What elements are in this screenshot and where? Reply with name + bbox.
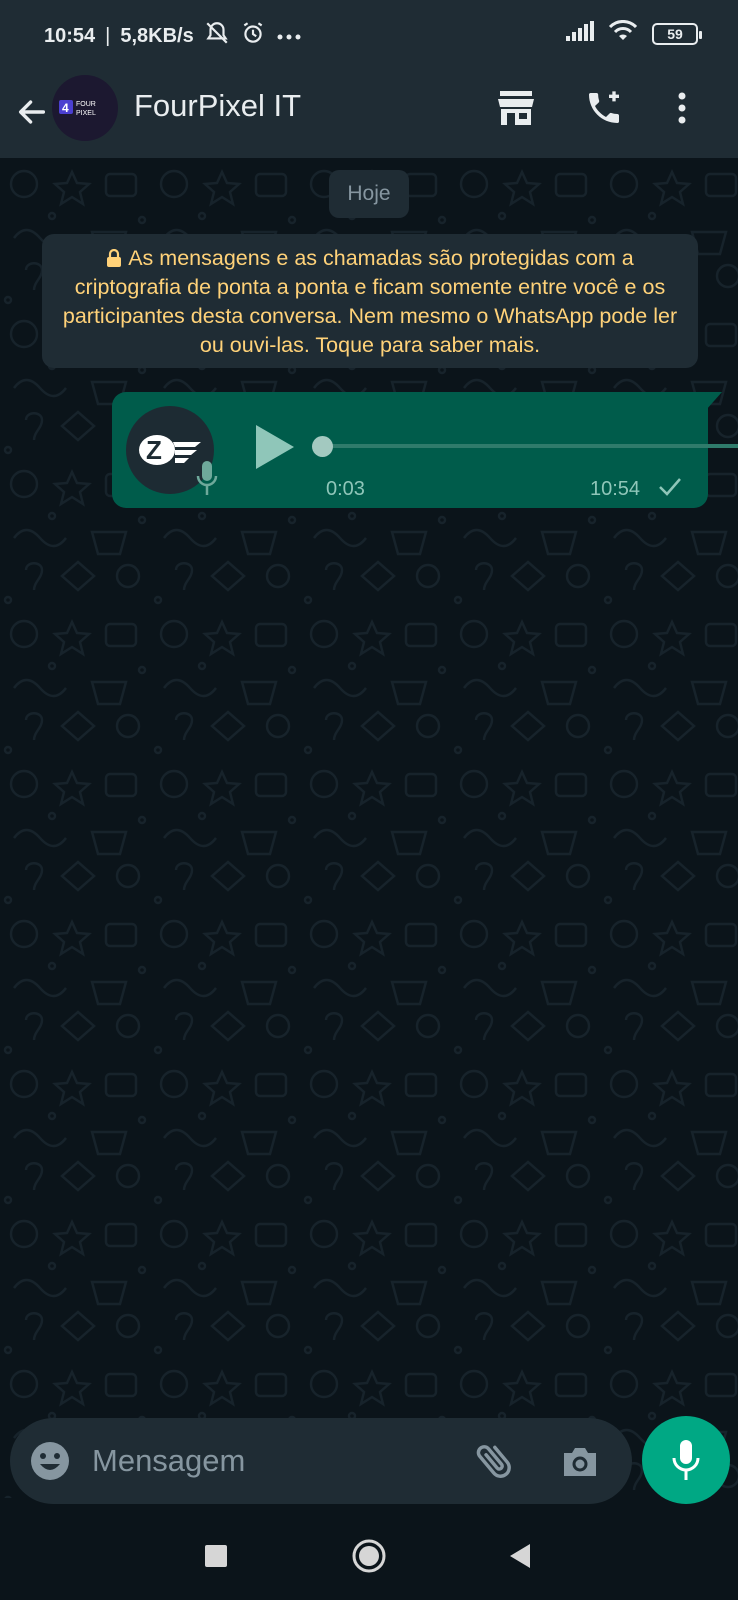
catalog-button[interactable] <box>492 84 540 132</box>
date-chip: Hoje <box>329 170 409 218</box>
alarm-clock-icon <box>240 20 266 52</box>
fourpixel-logo-icon: 4 FOUR PIXEL <box>59 100 96 117</box>
signal-icon <box>566 21 594 46</box>
chat-area[interactable]: Hoje As mensagens e as chamadas são prot… <box>0 158 738 1498</box>
svg-text:Z: Z <box>146 435 162 465</box>
message-time: 10:54 <box>590 478 641 500</box>
battery-icon: 59 <box>652 22 702 45</box>
alarm-off-icon <box>204 20 230 52</box>
whatsapp-chat-screen: 10:54 | 5,8KB/s 59 4 FOUR PIXEL FourPixe… <box>0 0 738 1600</box>
back-button[interactable] <box>10 90 54 134</box>
menu-button[interactable] <box>658 84 706 132</box>
chat-header: 4 FOUR PIXEL FourPixel IT <box>0 70 738 158</box>
home-circle-icon <box>352 1539 386 1573</box>
play-icon[interactable] <box>252 422 298 472</box>
add-call-icon <box>589 91 619 123</box>
voice-record-button[interactable] <box>642 1416 730 1504</box>
home-button[interactable] <box>347 1534 391 1578</box>
svg-text:4: 4 <box>62 101 69 115</box>
status-time: 10:54 <box>44 24 96 47</box>
sent-check-icon <box>659 478 681 496</box>
contact-name[interactable]: FourPixel IT <box>134 88 301 124</box>
status-left: 10:54 | 5,8KB/s <box>44 20 302 52</box>
svg-text:FOUR: FOUR <box>76 101 96 108</box>
back-triangle-icon <box>510 1544 530 1568</box>
encryption-notice[interactable]: As mensagens e as chamadas são protegida… <box>42 234 698 368</box>
back-nav-button[interactable] <box>498 1534 542 1578</box>
network-speed: 5,8KB/s <box>120 24 194 47</box>
mic-icon <box>672 1440 700 1480</box>
voice-duration: 0:03 <box>326 478 365 500</box>
kebab-menu-icon <box>678 92 686 124</box>
status-right: 59 <box>566 20 702 47</box>
message-input[interactable] <box>90 1438 450 1484</box>
attach-icon[interactable] <box>472 1438 518 1484</box>
wifi-icon <box>608 20 638 47</box>
lock-icon <box>107 249 122 267</box>
status-separator: | <box>105 24 111 47</box>
sender-logo-icon: Z <box>139 435 201 465</box>
back-arrow-icon <box>18 100 46 124</box>
encryption-notice-text: As mensagens e as chamadas são protegida… <box>62 246 678 357</box>
status-bar: 10:54 | 5,8KB/s 59 <box>0 0 738 70</box>
voice-mic-icon <box>196 461 218 495</box>
message-compose-bar <box>10 1418 632 1504</box>
camera-icon[interactable] <box>558 1440 602 1484</box>
contact-avatar[interactable]: 4 FOUR PIXEL <box>52 75 118 141</box>
add-call-button[interactable] <box>580 84 628 132</box>
audio-seek-knob[interactable] <box>312 436 333 457</box>
emoji-icon[interactable] <box>28 1439 72 1483</box>
more-dots-icon <box>276 25 302 48</box>
recents-square-icon <box>205 1545 227 1567</box>
svg-text:PIXEL: PIXEL <box>76 110 96 117</box>
audio-progress-track[interactable] <box>322 444 738 448</box>
voice-message-bubble[interactable]: Z 0:03 10:54 <box>112 392 738 508</box>
recents-button[interactable] <box>194 1534 238 1578</box>
system-nav-bar <box>0 1508 738 1600</box>
store-icon <box>498 91 534 125</box>
